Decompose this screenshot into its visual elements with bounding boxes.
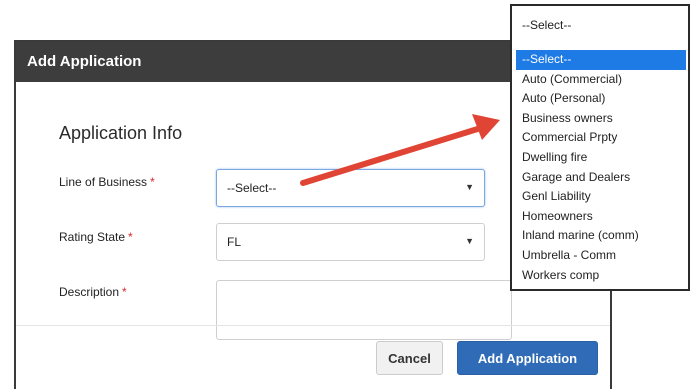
- line-of-business-label-text: Line of Business: [59, 175, 148, 189]
- line-of-business-label: Line of Business *: [59, 175, 155, 189]
- cancel-button[interactable]: Cancel: [376, 341, 443, 375]
- dropdown-option[interactable]: Commercial Prpty: [516, 128, 686, 148]
- dropdown-option[interactable]: Genl Liability: [516, 187, 686, 207]
- dropdown-option[interactable]: Auto (Commercial): [516, 70, 686, 90]
- dropdown-option[interactable]: Workers comp: [516, 266, 686, 286]
- dropdown-option[interactable]: --Select--: [516, 50, 686, 70]
- line-of-business-value: --Select--: [227, 181, 277, 195]
- caret-down-icon: ▼: [465, 182, 474, 192]
- required-marker: *: [150, 175, 155, 189]
- dropdown-option[interactable]: Inland marine (comm): [516, 226, 686, 246]
- rating-state-value: FL: [227, 235, 242, 249]
- dropdown-option[interactable]: Auto (Personal): [516, 89, 686, 109]
- dropdown-option[interactable]: Homeowners: [516, 207, 686, 227]
- dropdown-option[interactable]: Garage and Dealers: [516, 168, 686, 188]
- rating-state-select[interactable]: FL ▼: [216, 223, 485, 261]
- line-of-business-dropdown[interactable]: --Select-- --Select-- Auto (Commercial) …: [510, 4, 690, 291]
- dropdown-options-list: --Select-- Auto (Commercial) Auto (Perso…: [516, 50, 686, 285]
- dropdown-option[interactable]: Umbrella - Comm: [516, 246, 686, 266]
- line-of-business-select[interactable]: --Select-- ▼: [216, 169, 485, 207]
- description-textarea[interactable]: [216, 280, 512, 340]
- description-label-text: Description: [59, 285, 120, 299]
- dropdown-option[interactable]: Business owners: [516, 109, 686, 129]
- rating-state-label: Rating State *: [59, 230, 133, 244]
- required-marker: *: [122, 285, 127, 299]
- caret-down-icon: ▼: [465, 236, 474, 246]
- add-application-button[interactable]: Add Application: [457, 341, 598, 375]
- section-title: Application Info: [59, 123, 183, 143]
- description-label: Description *: [59, 285, 127, 299]
- footer-divider: [16, 325, 610, 326]
- dropdown-option[interactable]: Dwelling fire: [516, 148, 686, 168]
- rating-state-label-text: Rating State: [59, 230, 126, 244]
- required-marker: *: [128, 230, 133, 244]
- dropdown-current-value: --Select--: [522, 18, 572, 32]
